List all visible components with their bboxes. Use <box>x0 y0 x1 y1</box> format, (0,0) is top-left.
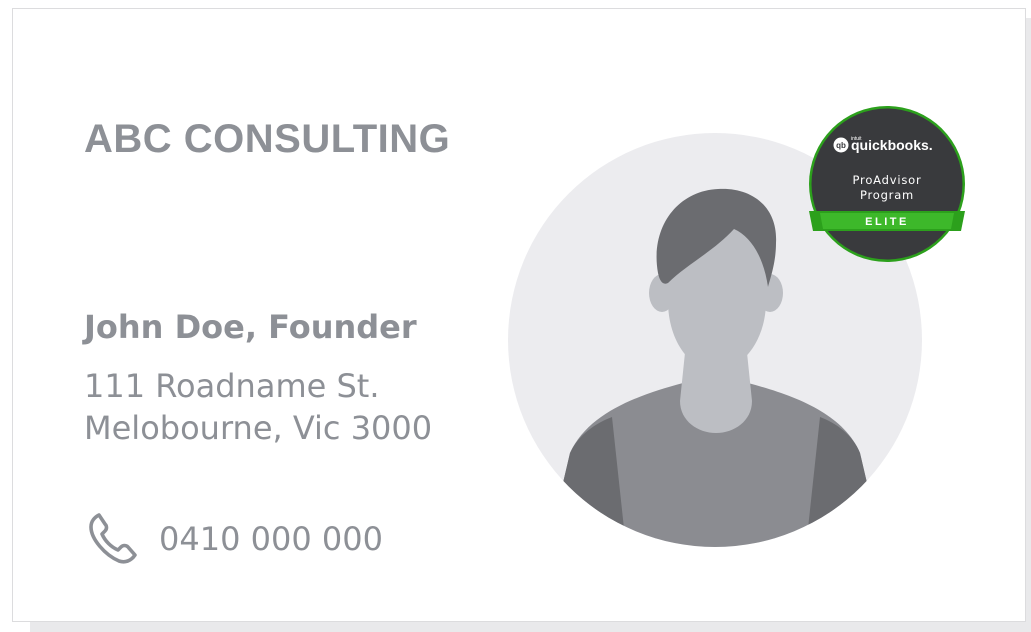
address-line-1: 111 Roadname St. <box>84 367 380 405</box>
phone-number: 0410 000 000 <box>159 520 383 558</box>
company-name: ABC CONSULTING <box>84 117 451 161</box>
program-line-2: Program <box>860 188 914 202</box>
logo-mark-text: qb <box>836 141 846 150</box>
phone-row: 0410 000 000 <box>85 509 383 569</box>
brand-name-text: quickbooks. <box>851 137 933 153</box>
badge-level: ELITE <box>865 216 909 228</box>
person-name-title: John Doe, Founder <box>84 308 417 346</box>
phone-icon <box>85 509 145 569</box>
address-line-2: Melobourne, Vic 3000 <box>84 409 433 447</box>
proadvisor-elite-badge: qb intuit quickbooks. ProAdvisor Program… <box>808 105 966 263</box>
program-line-1: ProAdvisor <box>853 173 922 187</box>
business-card: ABC CONSULTING John Doe, Founder 111 Roa… <box>12 8 1026 622</box>
address-block: 111 Roadname St. Melobourne, Vic 3000 <box>84 365 432 449</box>
